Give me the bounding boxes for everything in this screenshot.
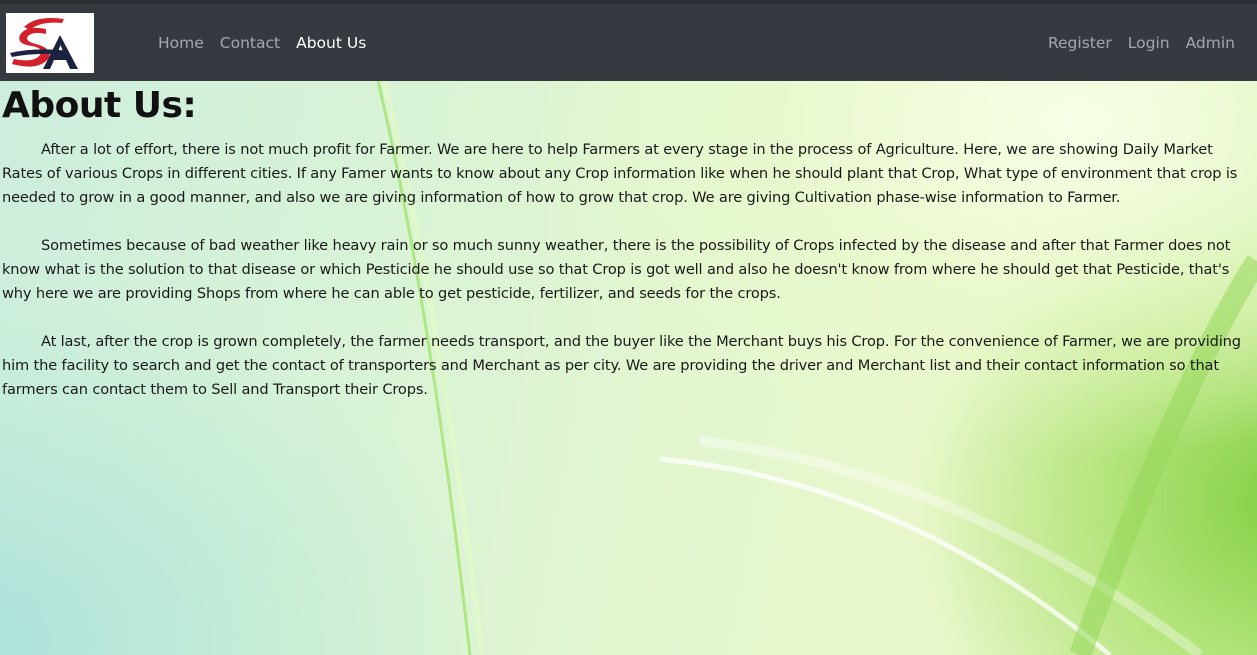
nav-admin-link[interactable]: Admin [1186,34,1235,52]
page-title: About Us: [2,85,197,126]
nav-left: Home Contact About Us [158,4,382,81]
nav-home-link[interactable]: Home [158,34,204,52]
about-paragraph-market-rates: After a lot of effort, there is not much… [2,141,1238,206]
about-paragraph-pesticide-shops: Sometimes because of bad weather like he… [2,237,1231,302]
about-paragraph-transport-merchant: At last, after the crop is grown complet… [2,333,1241,398]
navbar: Home Contact About Us Register Login Adm… [0,4,1257,81]
nav-about-us-link[interactable]: About Us [296,34,366,52]
nav-register-link[interactable]: Register [1048,34,1112,52]
about-text: After a lot of effort, there is not much… [2,138,1254,426]
nav-contact-link[interactable]: Contact [220,34,280,52]
logo-icon [10,18,78,69]
nav-right: Register Login Admin [1032,4,1235,81]
nav-login-link[interactable]: Login [1128,34,1170,52]
about-content: About Us: After a lot of effort, there i… [0,81,1257,655]
site-logo[interactable] [6,13,94,73]
